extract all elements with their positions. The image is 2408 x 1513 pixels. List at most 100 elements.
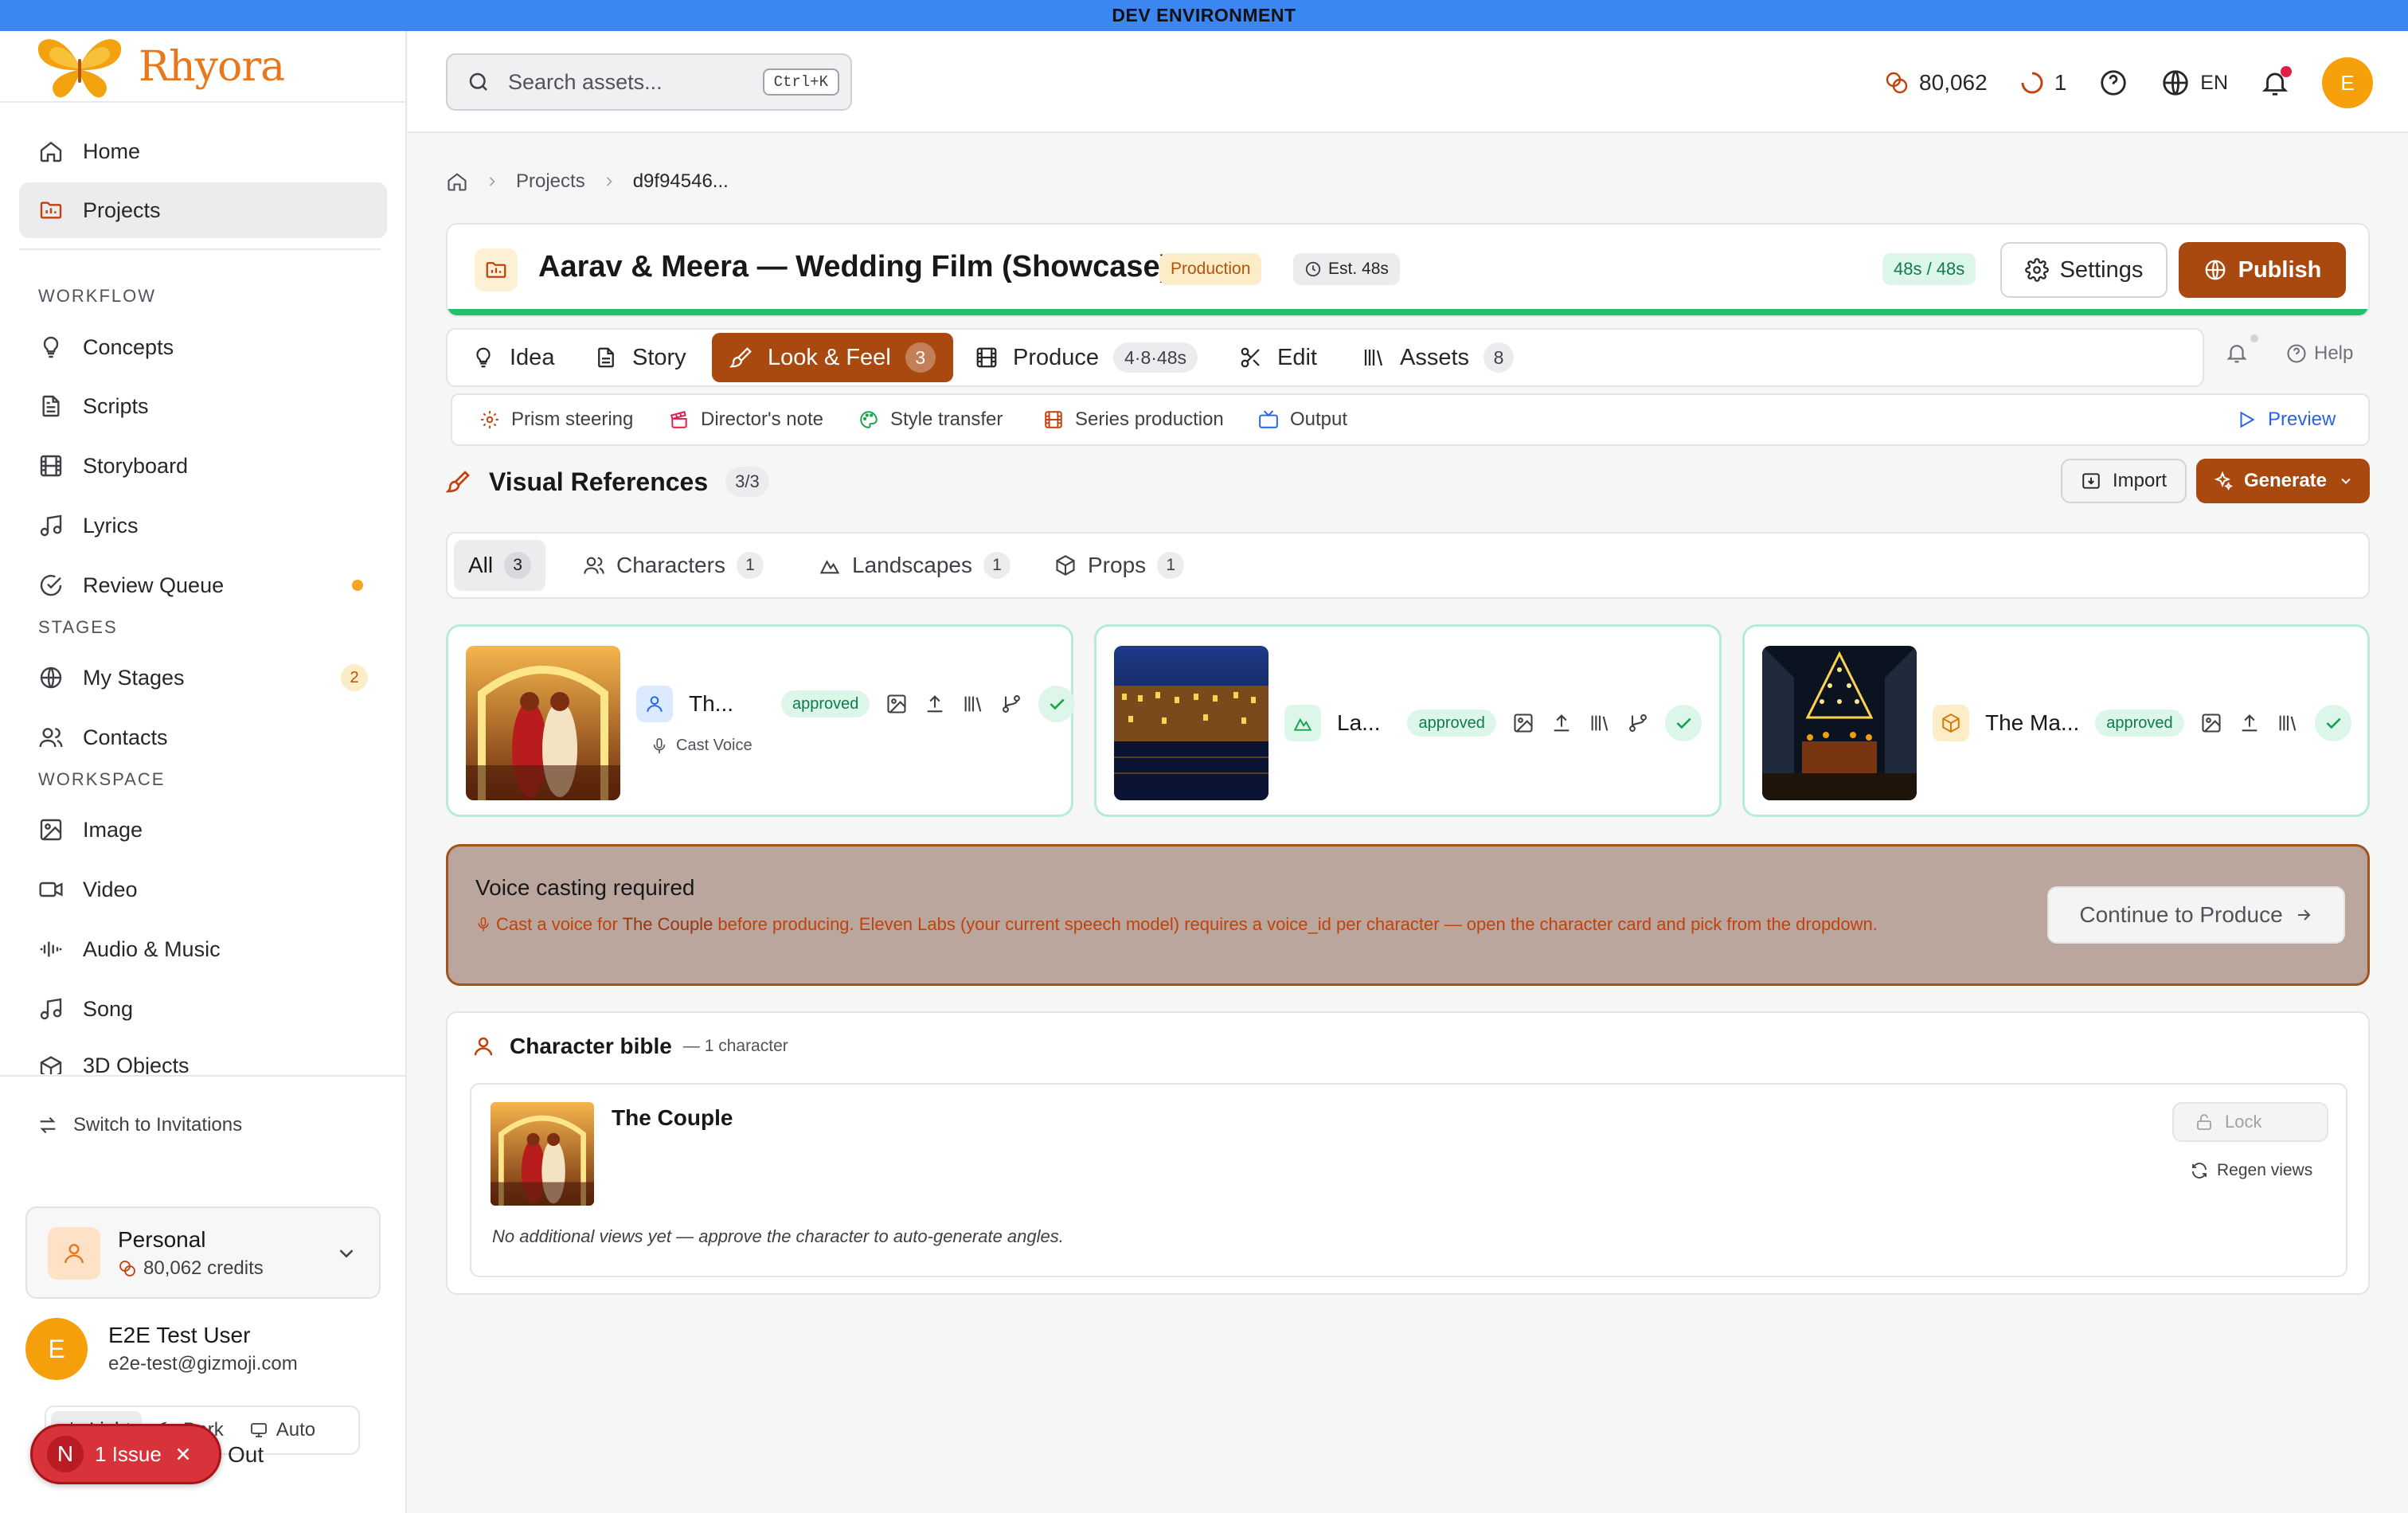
breadcrumb-projects[interactable]: Projects xyxy=(516,170,585,193)
filter-props[interactable]: Props 1 xyxy=(1040,540,1198,591)
account-switcher[interactable]: Personal 80,062 credits xyxy=(25,1206,381,1299)
upload-icon[interactable] xyxy=(2238,712,2261,734)
tab-assets[interactable]: Assets 8 xyxy=(1362,330,1515,385)
package-icon xyxy=(1056,555,1075,576)
search-input[interactable]: Search assets... Ctrl+K xyxy=(446,53,852,111)
close-icon[interactable] xyxy=(173,1444,194,1464)
nav-home[interactable]: Home xyxy=(19,123,387,179)
tab-idea[interactable]: Idea xyxy=(471,330,554,385)
lock-button[interactable]: Lock xyxy=(2172,1102,2328,1142)
reference-card-prop[interactable]: The Ma... approved xyxy=(1742,624,2370,817)
home-icon[interactable] xyxy=(446,170,468,193)
cast-voice-button[interactable]: Cast Voice xyxy=(651,737,752,755)
nav-lyrics[interactable]: Lyrics xyxy=(19,498,387,553)
prop-thumbnail[interactable] xyxy=(1762,646,1917,800)
nav-song[interactable]: Song xyxy=(19,981,387,1037)
image-icon[interactable] xyxy=(1512,712,1534,734)
generate-button[interactable]: Generate xyxy=(2196,459,2370,503)
character-name: The Couple xyxy=(612,1105,733,1130)
subtab-label: Director's note xyxy=(701,409,823,430)
settings-button[interactable]: Settings xyxy=(2000,242,2168,298)
help-circle-icon xyxy=(2287,344,2306,363)
preview-button[interactable]: Preview xyxy=(2236,395,2336,444)
publish-button[interactable]: Publish xyxy=(2179,242,2346,298)
upload-icon[interactable] xyxy=(924,693,946,715)
git-branch-icon[interactable] xyxy=(1627,712,1649,734)
button-label: Continue to Produce xyxy=(2079,902,2283,927)
library-icon[interactable] xyxy=(2277,712,2299,734)
project-header: Aarav & Meera — Wedding Film (Showcase) … xyxy=(446,223,2370,317)
nav-video[interactable]: Video xyxy=(19,862,387,917)
tv-icon xyxy=(1259,410,1278,428)
nav-my-stages[interactable]: My Stages 2 xyxy=(19,650,387,706)
filter-characters[interactable]: Characters 1 xyxy=(569,540,778,591)
sign-out-button[interactable]: Out xyxy=(228,1442,264,1468)
subtab-directors-note[interactable]: Director's note xyxy=(669,395,823,444)
nav-storyboard[interactable]: Storyboard xyxy=(19,438,387,494)
library-icon[interactable] xyxy=(1589,712,1611,734)
help-circle-icon[interactable] xyxy=(2098,68,2128,98)
arrow-right-icon xyxy=(2297,909,2311,921)
import-button[interactable]: Import xyxy=(2061,459,2187,503)
tab-label: Assets xyxy=(1400,344,1470,370)
alert-message: Cast a voice for The Couple before produ… xyxy=(475,912,2036,937)
user-avatar: E xyxy=(25,1318,88,1380)
credits-display[interactable]: 80,062 xyxy=(1884,70,1988,96)
reference-card-landscape[interactable]: La... approved xyxy=(1094,624,1722,817)
status-badge: Production xyxy=(1159,253,1262,285)
subtab-label: Output xyxy=(1290,409,1348,430)
character-thumbnail[interactable] xyxy=(466,646,620,800)
subtab-style-transfer[interactable]: Style transfer xyxy=(858,395,1003,444)
nav-projects[interactable]: Projects xyxy=(19,182,387,238)
section-workflow: WORKFLOW xyxy=(38,286,156,306)
cube-icon xyxy=(37,1054,65,1074)
character-thumbnail[interactable] xyxy=(491,1102,594,1206)
image-icon[interactable] xyxy=(2200,712,2222,734)
nav-review-queue[interactable]: Review Queue xyxy=(19,557,387,613)
switch-to-invitations[interactable]: Switch to Invitations xyxy=(37,1114,242,1136)
filter-all[interactable]: All 3 xyxy=(454,540,546,591)
approve-button[interactable] xyxy=(2314,705,2351,741)
tab-edit[interactable]: Edit xyxy=(1239,330,1317,385)
language-selector[interactable]: EN xyxy=(2160,68,2228,98)
filter-count: 3 xyxy=(504,552,532,579)
tab-produce[interactable]: Produce 4·8·48s xyxy=(975,330,1198,385)
divider xyxy=(0,101,407,103)
nav-label: Lyrics xyxy=(83,513,139,538)
tab-story[interactable]: Story xyxy=(594,330,686,385)
subtab-prism-steering[interactable]: Prism steering xyxy=(479,395,633,444)
nav-3d-objects[interactable]: 3D Objects xyxy=(19,1041,387,1074)
tab-notifications-button[interactable] xyxy=(2225,334,2258,365)
logo[interactable]: Rhyora xyxy=(32,31,285,103)
import-icon xyxy=(2082,473,2100,489)
regen-views-button[interactable]: Regen views xyxy=(2190,1161,2312,1180)
sidebar: Rhyora Home Projects WORKFLOW Concepts S… xyxy=(0,31,407,1513)
tab-look-and-feel[interactable]: Look & Feel 3 xyxy=(712,333,953,382)
jobs-indicator[interactable]: 1 xyxy=(2019,70,2066,96)
image-icon[interactable] xyxy=(885,693,908,715)
user-profile[interactable]: E E2E Test User e2e-test@gizmoji.com xyxy=(25,1318,298,1380)
subtab-series-production[interactable]: Series production xyxy=(1043,395,1224,444)
section-count: 3/3 xyxy=(725,467,769,497)
help-button[interactable]: Help xyxy=(2285,342,2353,365)
nav-image[interactable]: Image xyxy=(19,802,387,858)
issues-overlay-button[interactable]: N 1 Issue xyxy=(30,1424,221,1484)
nav-audio-music[interactable]: Audio & Music xyxy=(19,921,387,977)
library-icon[interactable] xyxy=(962,693,984,715)
notifications-button[interactable] xyxy=(2260,66,2292,98)
nav-scripts[interactable]: Scripts xyxy=(19,378,387,434)
project-icon xyxy=(475,248,518,291)
user-avatar[interactable]: E xyxy=(2322,57,2373,108)
subtab-output[interactable]: Output xyxy=(1258,395,1347,444)
continue-to-produce-button[interactable]: Continue to Produce xyxy=(2047,886,2345,944)
filter-landscapes[interactable]: Landscapes 1 xyxy=(804,540,1025,591)
sparkles-icon xyxy=(2214,471,2233,491)
nav-concepts[interactable]: Concepts xyxy=(19,319,387,375)
approve-button[interactable] xyxy=(1664,705,1702,741)
upload-icon[interactable] xyxy=(1550,712,1573,734)
reference-card-character[interactable]: Th... approved Cast Voice xyxy=(446,624,1076,817)
git-branch-icon[interactable] xyxy=(1000,693,1022,715)
landscape-thumbnail[interactable] xyxy=(1114,646,1268,800)
approve-button[interactable] xyxy=(1038,686,1076,722)
nav-contacts[interactable]: Contacts xyxy=(19,710,387,765)
